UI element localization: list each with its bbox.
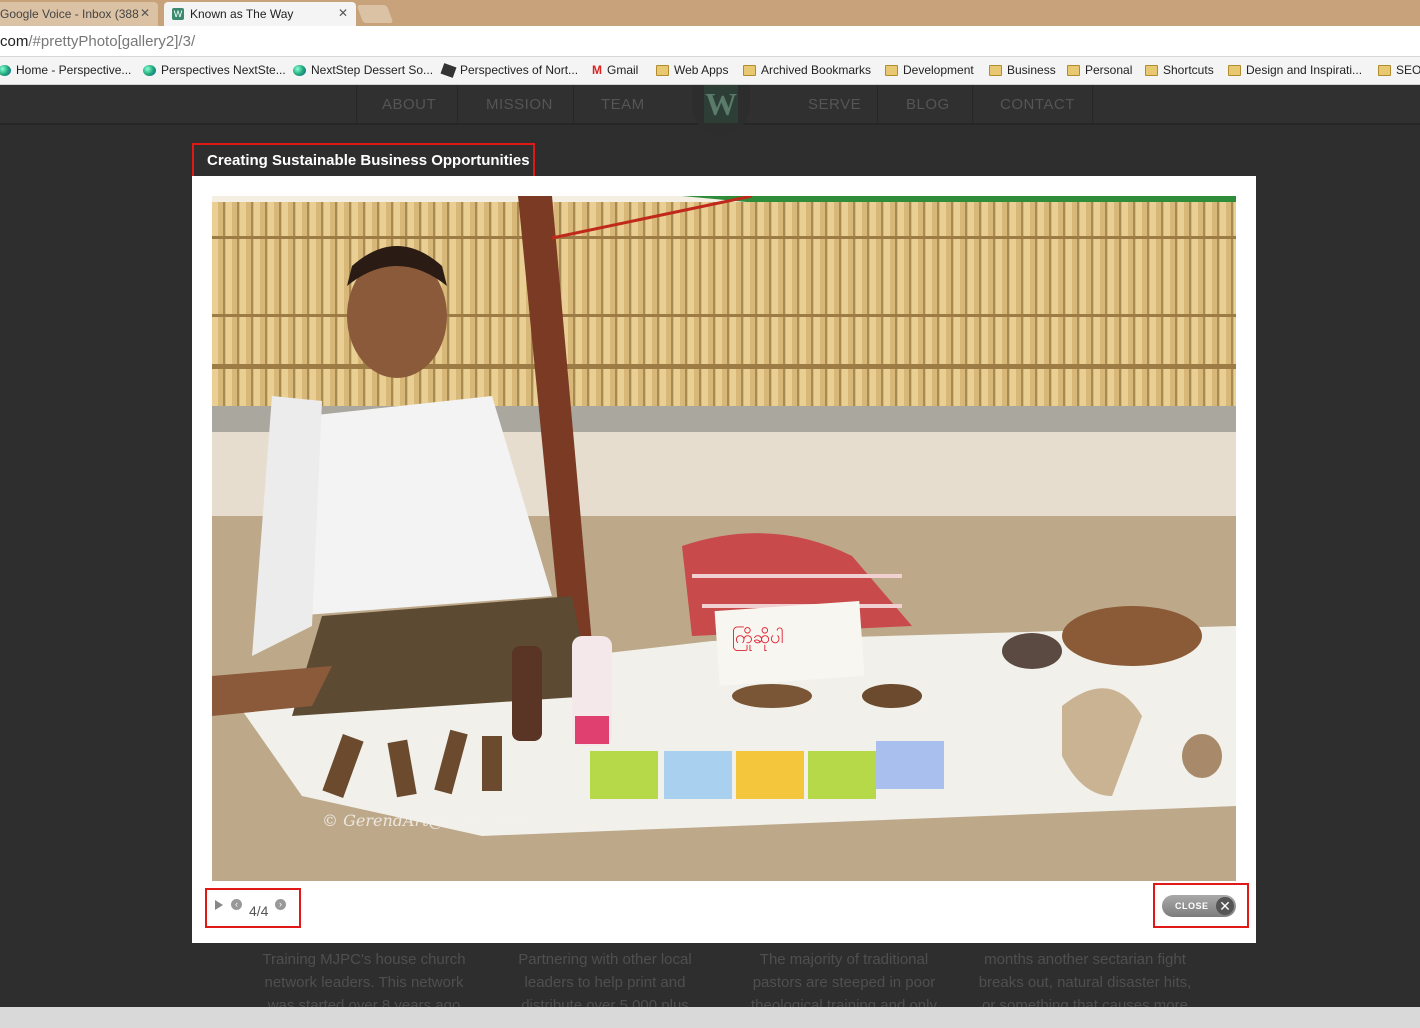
bookmark-label: Archived Bookmarks: [761, 63, 872, 77]
market-vendor-illustration: ကြိုဆိုပါ © GerendArt@Gmail.com: [212, 196, 1236, 881]
globe-icon: [143, 64, 156, 76]
folder-icon: [1228, 64, 1241, 76]
bookmark-nextstep-dessert[interactable]: NextStep Dessert So...: [293, 63, 433, 77]
bookmark-archived[interactable]: Archived Bookmarks: [743, 63, 871, 77]
bookmark-label: Gmail: [607, 63, 639, 77]
bottom-bar: [0, 1007, 1420, 1028]
url-text[interactable]: com/#prettyPhoto[gallery2]/3/: [0, 33, 195, 50]
nav-mission[interactable]: MISSION: [486, 96, 553, 113]
bookmark-perspectives-north[interactable]: Perspectives of Nort...: [440, 62, 579, 78]
tab-label: Known as The Way: [190, 7, 294, 21]
gallery-controls: ‹ 4/4 ›: [205, 888, 301, 928]
folder-icon: [1145, 64, 1158, 76]
nav-team[interactable]: TEAM: [601, 96, 645, 113]
bookmark-label: Perspectives NextSte...: [161, 63, 286, 77]
globe-icon: [293, 64, 306, 76]
nav-contact[interactable]: CONTACT: [1000, 96, 1075, 113]
bookmark-label: Perspectives of Nort...: [460, 63, 579, 77]
tab-google-voice[interactable]: Google Voice - Inbox (388 ✕: [0, 2, 158, 26]
folder-icon: [656, 64, 669, 76]
next-icon[interactable]: ›: [275, 899, 286, 910]
bookmark-label: Business: [1007, 63, 1056, 77]
bookmark-seo[interactable]: SEO: [1378, 63, 1420, 77]
tab-label: Google Voice - Inbox (388: [0, 7, 139, 21]
bookmark-label: Shortcuts: [1163, 63, 1214, 77]
site-logo[interactable]: W: [692, 85, 750, 135]
previous-icon[interactable]: ‹: [231, 899, 242, 910]
bookmark-business[interactable]: Business: [989, 63, 1056, 77]
bookmark-label: Development: [903, 63, 974, 77]
bookmark-label: SEO: [1396, 63, 1420, 77]
gmail-icon: M: [592, 63, 602, 77]
bookmark-personal[interactable]: Personal: [1067, 63, 1132, 77]
bookmark-web-apps[interactable]: Web Apps: [656, 63, 728, 77]
lightbox-title: Creating Sustainable Business Opportunit…: [192, 143, 535, 180]
bookmark-gmail[interactable]: M Gmail: [592, 63, 638, 77]
bookmark-shortcuts[interactable]: Shortcuts: [1145, 63, 1214, 77]
close-tab-icon[interactable]: ✕: [338, 6, 348, 20]
play-icon[interactable]: [215, 900, 223, 910]
bookmark-label: Personal: [1085, 63, 1133, 77]
close-area: CLOSE ✕: [1153, 883, 1249, 928]
site-favicon-icon: W: [172, 8, 184, 20]
nav-blog[interactable]: BLOG: [906, 96, 950, 113]
folder-icon: [885, 64, 898, 76]
bookmarks-bar: Home - Perspective... Perspectives NextS…: [0, 57, 1420, 85]
nav-serve[interactable]: SERVE: [808, 96, 861, 113]
folder-icon: [989, 64, 1002, 76]
watermark-text: © GerendArt@Gmail.com: [322, 811, 531, 830]
bookmark-label: NextStep Dessert So...: [311, 63, 434, 77]
gallery-photo: ကြိုဆိုပါ © GerendArt@Gmail.com: [212, 196, 1236, 881]
bookmark-label: Web Apps: [674, 63, 729, 77]
gallery-counter: 4/4: [249, 903, 269, 919]
folder-icon: [743, 64, 756, 76]
bird-icon: [440, 62, 457, 78]
folder-icon: [1378, 64, 1391, 76]
close-icon: ✕: [1216, 897, 1234, 915]
bookmark-label: Home - Perspective...: [16, 63, 132, 77]
bookmark-development[interactable]: Development: [885, 63, 974, 77]
url-domain: com: [0, 33, 29, 50]
logo-letter: W: [704, 85, 738, 123]
browser-tab-strip: Google Voice - Inbox (388 ✕ W Known as T…: [0, 0, 1420, 26]
address-bar[interactable]: com/#prettyPhoto[gallery2]/3/: [0, 26, 1420, 57]
nav-about[interactable]: ABOUT: [382, 96, 436, 113]
bookmark-home-perspective[interactable]: Home - Perspective...: [0, 63, 131, 77]
new-tab-button[interactable]: [356, 5, 394, 23]
bookmark-design[interactable]: Design and Inspirati...: [1228, 63, 1362, 77]
tab-known-as-the-way[interactable]: W Known as The Way ✕: [164, 2, 356, 26]
sign-text: ကြိုဆိုပါ: [732, 626, 783, 651]
globe-icon: [0, 64, 11, 76]
url-path: /#prettyPhoto[gallery2]/3/: [28, 33, 196, 50]
close-button[interactable]: CLOSE ✕: [1162, 895, 1236, 917]
close-tab-icon[interactable]: ✕: [140, 6, 150, 20]
bookmark-perspectives-nextstep[interactable]: Perspectives NextSte...: [143, 63, 286, 77]
close-label: CLOSE: [1175, 901, 1209, 911]
folder-icon: [1067, 64, 1080, 76]
bookmark-label: Design and Inspirati...: [1246, 63, 1363, 77]
